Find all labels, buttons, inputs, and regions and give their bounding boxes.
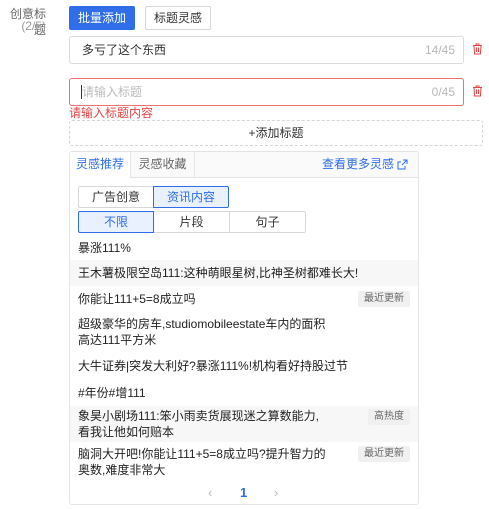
tab-favorites[interactable]: 灵感收藏 xyxy=(131,152,195,178)
title-input-value: 多亏了这个东西 xyxy=(82,43,167,57)
filter-length-sentence[interactable]: 句子 xyxy=(229,211,306,233)
more-inspiration-label: 查看更多灵感 xyxy=(321,157,394,171)
filter-news-content[interactable]: 资讯内容 xyxy=(153,186,229,208)
status-badge: 高热度 xyxy=(368,409,410,425)
list-item-text: 王木薯极限空岛111:这种萌眼星树,比神圣树都难长大! xyxy=(78,266,359,280)
list-item[interactable]: 大牛证券|突发大利好?暴涨111%!机构看好持股过节 xyxy=(70,352,418,380)
list-item-text: 你能让111+5=8成立吗 xyxy=(78,292,196,306)
error-message: 请输入标题内容 xyxy=(69,106,154,120)
current-page[interactable]: 1 xyxy=(240,484,247,502)
pagination: ‹ 1 › xyxy=(70,484,418,502)
title-char-counter: 0/45 xyxy=(431,85,455,99)
next-page-button[interactable]: › xyxy=(274,484,278,502)
filter-length-fragment[interactable]: 片段 xyxy=(153,211,230,233)
delete-icon[interactable] xyxy=(472,43,483,55)
list-item-text: 象昊小剧场111:笨小雨卖货展现迷之算数能力,看我让他如何赔本 xyxy=(78,409,319,439)
tab-recommended[interactable]: 灵感推荐 xyxy=(70,152,131,178)
prev-page-button[interactable]: ‹ xyxy=(208,484,212,502)
filter-ad-creative[interactable]: 广告创意 xyxy=(78,186,154,208)
title-inspiration-button[interactable]: 标题灵感 xyxy=(145,6,211,30)
list-item-text: 超级豪华的房车,studiomobileestate车内的面积高达111平方米 xyxy=(78,317,326,347)
list-item-text: 脑洞大开吧!你能让111+5=8成立吗?提升智力的奥数,难度非常大 xyxy=(78,447,326,477)
list-item[interactable]: 你能让111+5=8成立吗 最近更新 xyxy=(70,286,418,312)
status-badge: 最近更新 xyxy=(358,446,410,462)
field-count: (2/5) xyxy=(21,19,46,33)
list-item[interactable]: 脑洞大开吧!你能让111+5=8成立吗?提升智力的奥数,难度非常大 最近更新 xyxy=(70,442,418,480)
status-badge: 最近更新 xyxy=(358,291,410,307)
list-item[interactable]: #年份#增111 xyxy=(70,380,418,406)
filter-length-any[interactable]: 不限 xyxy=(78,211,154,233)
list-item[interactable]: 象昊小剧场111:笨小雨卖货展现迷之算数能力,看我让他如何赔本 高热度 xyxy=(70,406,418,442)
title-char-counter: 14/45 xyxy=(424,43,455,57)
list-item-text: 暴涨111% xyxy=(78,241,131,255)
more-inspiration-link[interactable]: 查看更多灵感 xyxy=(322,152,408,177)
title-input-1[interactable]: 多亏了这个东西 14/45 xyxy=(69,36,464,64)
list-item[interactable]: 王木薯极限空岛111:这种萌眼星树,比神圣树都难长大! xyxy=(70,260,418,286)
delete-icon[interactable] xyxy=(472,85,483,97)
batch-add-button[interactable]: 批量添加 xyxy=(69,6,135,30)
external-link-icon xyxy=(397,159,408,170)
title-input-placeholder: 请输入标题 xyxy=(82,85,143,99)
list-item-text: 大牛证券|突发大利好?暴涨111%!机构看好持股过节 xyxy=(78,359,349,373)
list-item-text: #年份#增111 xyxy=(78,386,146,400)
list-item[interactable]: 超级豪华的房车,studiomobileestate车内的面积高达111平方米 xyxy=(70,312,418,352)
list-item[interactable]: 暴涨111% xyxy=(70,234,418,260)
title-input-2[interactable]: 请输入标题 0/45 xyxy=(69,78,464,106)
inspiration-panel: 灵感推荐 灵感收藏 查看更多灵感 广告创意 资讯内容 不限 片段 句子 暴涨11… xyxy=(69,151,419,505)
add-title-button[interactable]: +添加标题 xyxy=(69,120,483,146)
panel-tab-bar: 灵感推荐 灵感收藏 查看更多灵感 xyxy=(70,152,418,178)
